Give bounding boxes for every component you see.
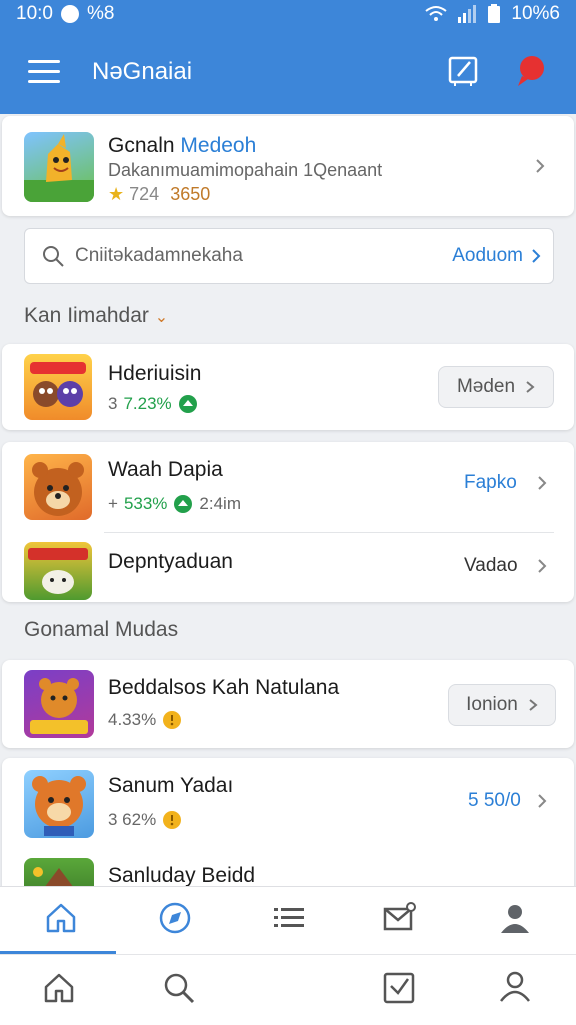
search-icon[interactable]: [162, 971, 196, 1005]
home-icon[interactable]: [44, 901, 78, 935]
chevron-right-icon: [538, 794, 547, 808]
chevron-right-icon: [538, 559, 547, 573]
bottom-tab-bar: [0, 886, 576, 955]
app-thumbnail: [24, 454, 92, 520]
item-action-button[interactable]: Vadao: [464, 555, 518, 577]
featured-app-card[interactable]: Gcnaln Medeoh Dakanımuamimopahain 1Qenaa…: [2, 116, 574, 216]
list-item[interactable]: Hderiuisin 3 7.23% Məden: [2, 344, 574, 430]
wifi-icon: [425, 6, 448, 21]
notification-bubble-icon[interactable]: [512, 54, 548, 90]
featured-app-thumbnail: [24, 132, 94, 202]
item-meta: + 533% 2:4im: [108, 494, 241, 514]
profile-icon[interactable]: [498, 901, 532, 935]
coin-icon: [163, 711, 182, 729]
battery-icon: [488, 4, 501, 23]
list-group: Sanum Yadaı 3 62% 5 50/0 Sanluday Beidd: [2, 758, 574, 898]
app-thumbnail: [24, 770, 94, 838]
section-title-2: Gonamal Mudas: [24, 618, 179, 641]
list-icon[interactable]: [272, 903, 306, 937]
item-meta-value: 7.23%: [123, 394, 172, 413]
section-title-1-label: Kan Iimahdar: [24, 304, 149, 327]
item-action-button[interactable]: Məden: [438, 366, 554, 408]
search-placeholder: Cniitəkadamnekaha: [75, 245, 243, 266]
notification-dot-icon: [60, 5, 79, 23]
app-title: NəGnaiai: [92, 58, 193, 85]
item-meta-value: 533%: [123, 494, 168, 513]
item-action-button[interactable]: Ionion: [448, 684, 556, 726]
featured-app-name: Gcnaln Medeoh: [108, 134, 256, 158]
item-name: Depntyaduan: [108, 550, 233, 573]
app-thumbnail: [24, 542, 92, 600]
app-thumbnail: [24, 354, 92, 420]
status-bar: 10:0 %8 10%6: [0, 0, 576, 30]
app-bar: NəGnaiai: [0, 30, 576, 114]
featured-app-name-highlight: Medeoh: [180, 134, 257, 157]
item-meta-value: 3 62%: [108, 810, 157, 829]
item-name: Waah Dapia: [108, 458, 223, 481]
search-action-button[interactable]: Aoduom: [452, 245, 523, 267]
item-meta-prefix: +: [108, 494, 118, 513]
chevron-right-icon: [538, 476, 547, 490]
profile-icon[interactable]: [498, 969, 532, 1003]
coin-icon: [163, 811, 182, 829]
app-thumbnail: [24, 670, 94, 738]
item-name: Beddalsos Kah Natulana: [108, 676, 340, 699]
compass-icon[interactable]: [158, 901, 192, 935]
item-action-label: Məden: [456, 376, 516, 397]
item-action-button[interactable]: Fapko: [464, 472, 517, 494]
featured-app-subtitle: Dakanımuamimopahain 1Qenaant: [108, 160, 383, 180]
mail-icon[interactable]: [382, 901, 416, 935]
chevron-right-icon: [532, 249, 541, 263]
chevron-right-icon: [536, 159, 545, 173]
item-meta: 3 7.23%: [108, 394, 198, 414]
green-up-icon: [178, 395, 197, 413]
featured-rating-value: 724: [129, 184, 160, 204]
status-extra: %8: [86, 3, 115, 24]
item-meta-suffix: 2:4im: [199, 494, 241, 513]
item-name: Hderiuisin: [108, 362, 202, 385]
item-name: Sanum Yadaı: [108, 774, 234, 797]
list-group: Waah Dapia + 533% 2:4im Fapko Depntyadua…: [2, 442, 574, 602]
item-meta-value: 4.33%: [108, 710, 157, 729]
featured-app-name-primary: Gcnaln: [108, 134, 175, 157]
home-icon[interactable]: [42, 971, 76, 1005]
checkbox-icon[interactable]: [382, 971, 416, 1005]
featured-rating-count: 3650: [170, 184, 211, 204]
divider: [104, 532, 554, 533]
star-icon: ★: [108, 184, 125, 204]
search-icon: [43, 246, 64, 267]
item-meta: 4.33%: [108, 710, 182, 730]
menu-icon[interactable]: [28, 60, 60, 84]
item-name: Sanluday Beidd: [108, 864, 256, 887]
featured-app-rating: ★ 724 3650: [108, 184, 210, 205]
item-action-label: Ionion: [466, 694, 518, 715]
item-meta: 3 62%: [108, 810, 182, 830]
list-item[interactable]: Beddalsos Kah Natulana 4.33% Ionion: [2, 660, 574, 748]
section-title-1[interactable]: Kan Iimahdar ⌄: [24, 304, 168, 328]
battery-level: 10%6: [511, 3, 560, 24]
chevron-down-icon: ⌄: [154, 309, 169, 326]
bottom-navigation: [0, 954, 576, 1025]
chevron-right-icon: [526, 381, 535, 393]
search-field[interactable]: Cniitəkadamnekaha Aoduom: [24, 228, 554, 284]
signal-icon: [458, 5, 477, 23]
status-time: 10:0: [16, 3, 53, 24]
item-action-button[interactable]: 5 50/0: [468, 790, 521, 812]
item-meta-prefix: 3: [108, 394, 118, 413]
green-up-icon: [174, 495, 193, 513]
edit-note-icon[interactable]: [446, 54, 480, 88]
chevron-right-icon: [529, 699, 538, 711]
